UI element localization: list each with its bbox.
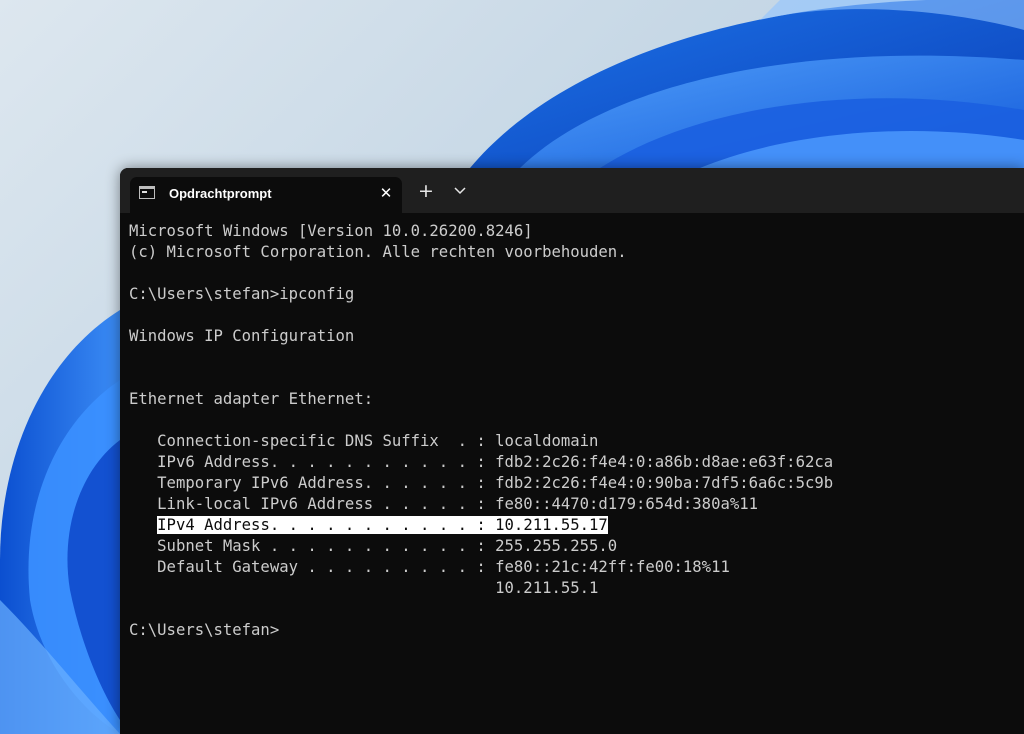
console-line: Temporary IPv6 Address. . . . . . : fdb2…: [129, 474, 834, 492]
console-line: IPv6 Address. . . . . . . . . . . : fdb2…: [129, 453, 834, 471]
plus-icon[interactable]: +: [416, 181, 436, 201]
close-icon[interactable]: ✕: [376, 183, 396, 203]
chevron-down-icon[interactable]: [450, 184, 470, 198]
console-output[interactable]: Microsoft Windows [Version 10.0.26200.82…: [129, 221, 1019, 721]
terminal-window[interactable]: Opdrachtprompt ✕ + Microsoft Windows [Ve…: [120, 168, 1024, 734]
highlighted-ipv4-address: IPv4 Address. . . . . . . . . . . : 10.2…: [157, 516, 608, 534]
console-line: 10.211.55.1: [129, 579, 599, 597]
tab-bar: Opdrachtprompt ✕ +: [120, 168, 1024, 213]
console-line: Connection-specific DNS Suffix . : local…: [129, 432, 599, 450]
console-line: Ethernet adapter Ethernet:: [129, 390, 374, 408]
tab-title: Opdrachtprompt: [169, 186, 272, 201]
command-prompt-icon: [139, 186, 155, 199]
console-line: Default Gateway . . . . . . . . . : fe80…: [129, 558, 730, 576]
console-line: Link-local IPv6 Address . . . . . : fe80…: [129, 495, 759, 513]
desktop: Opdrachtprompt ✕ + Microsoft Windows [Ve…: [0, 0, 1024, 734]
tab-opdrachtprompt[interactable]: Opdrachtprompt ✕: [130, 177, 402, 213]
console-line: (c) Microsoft Corporation. Alle rechten …: [129, 243, 627, 261]
console-line: IPv4 Address. . . . . . . . . . . : 10.2…: [129, 515, 1019, 536]
console-line: C:\Users\stefan>: [129, 621, 280, 639]
console-line: Windows IP Configuration: [129, 327, 355, 345]
console-line: C:\Users\stefan>ipconfig: [129, 285, 355, 303]
console-line: Subnet Mask . . . . . . . . . . . : 255.…: [129, 537, 618, 555]
console-line: Microsoft Windows [Version 10.0.26200.82…: [129, 222, 533, 240]
